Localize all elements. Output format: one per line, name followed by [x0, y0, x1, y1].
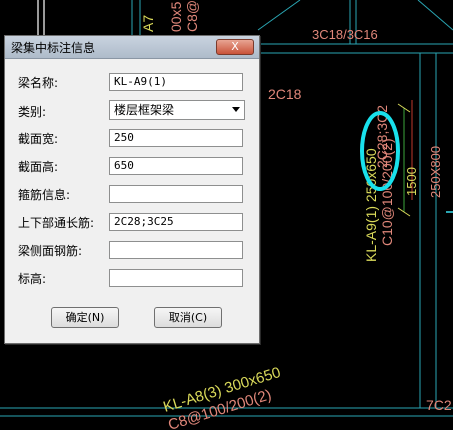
label-2c18: 2C18: [268, 86, 302, 102]
label-250x800: 250X800: [428, 146, 443, 198]
beam-annotation-dialog: 梁集中标注信息 X 梁名称: KL-A9(1) 类别: 楼层框架梁 截面宽: 2…: [4, 35, 260, 344]
label-7c2: 7C2: [426, 397, 452, 413]
category-select[interactable]: 楼层框架梁: [109, 100, 245, 120]
label-c500-top: 00x5: [168, 1, 184, 32]
long-bars-field[interactable]: 2C28;3C25: [109, 213, 243, 231]
side-bars-label: 梁侧面钢筋:: [18, 244, 83, 258]
category-label: 类别:: [18, 105, 47, 119]
elevation-label: 标高:: [18, 272, 47, 286]
label-1500: 1500: [404, 167, 419, 196]
side-bars-field[interactable]: [109, 241, 243, 259]
category-value: 楼层框架梁: [114, 103, 175, 117]
beam-name-label: 梁名称:: [18, 76, 59, 90]
dialog-titlebar[interactable]: 梁集中标注信息 X: [5, 36, 259, 59]
section-height-label: 截面高:: [18, 160, 59, 174]
beam-name-field[interactable]: KL-A9(1): [109, 73, 243, 91]
stirrup-label: 箍筋信息:: [18, 188, 71, 202]
chevron-down-icon: [232, 107, 240, 112]
close-button[interactable]: X: [216, 39, 254, 55]
label-a7: A7: [140, 15, 156, 32]
stirrup-field[interactable]: [109, 185, 243, 203]
close-icon: X: [231, 40, 239, 53]
cancel-button[interactable]: 取消(C): [154, 307, 222, 328]
section-width-label: 截面宽:: [18, 132, 59, 146]
elevation-field[interactable]: [109, 269, 243, 287]
dialog-title: 梁集中标注信息: [11, 41, 96, 55]
section-width-field[interactable]: 250: [109, 129, 243, 147]
label-c8-top: C8@: [184, 0, 200, 32]
section-height-field[interactable]: 650: [109, 157, 243, 175]
label-top-right: 3C18/3C16: [312, 27, 378, 42]
ok-button[interactable]: 确定(N): [51, 307, 119, 328]
long-bars-label: 上下部通长筋:: [18, 216, 95, 230]
